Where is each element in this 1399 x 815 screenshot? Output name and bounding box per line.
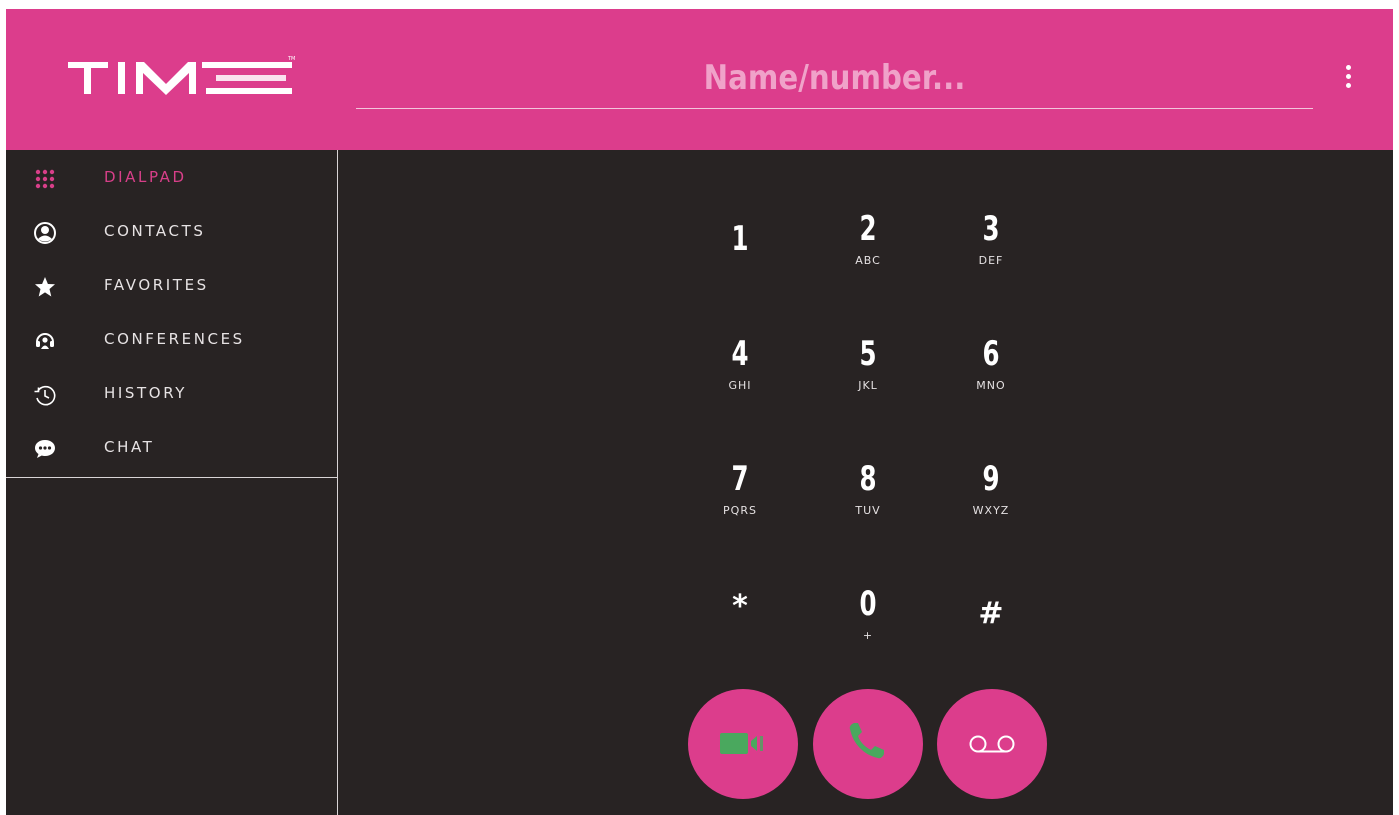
dial-key-digit: *: [732, 589, 748, 624]
video-camera-icon: [720, 733, 763, 754]
time-logo: TM: [68, 56, 295, 95]
voicemail-icon: [969, 735, 1015, 753]
dial-key-digit: 4: [731, 334, 749, 374]
dial-key-4[interactable]: 4 GHI: [685, 334, 795, 434]
dial-key-7[interactable]: 7 PQRS: [685, 459, 795, 559]
sidebar-item-contacts[interactable]: CONTACTS: [6, 210, 338, 254]
dial-key-5[interactable]: 5 JKL: [813, 334, 923, 434]
search-field[interactable]: [356, 47, 1313, 109]
user-circle-icon: [34, 222, 56, 244]
dial-key-1[interactable]: 1: [685, 219, 795, 319]
dial-key-letters: PQRS: [723, 504, 757, 517]
dial-key-digit: 3: [982, 209, 1000, 249]
dial-key-3[interactable]: 3 DEF: [936, 209, 1046, 309]
dial-key-digit: 1: [731, 219, 749, 259]
chat-bubble-icon: [35, 440, 55, 458]
sidebar-item-label: FAVORITES: [104, 276, 209, 294]
sidebar-nav: DIALPAD CONTACTS FAVORITES CONFERENCES H…: [6, 150, 338, 478]
sidebar-item-label: CONTACTS: [104, 222, 206, 240]
dial-key-6[interactable]: 6 MNO: [936, 334, 1046, 434]
dial-key-digit: 5: [859, 334, 877, 374]
more-vertical-icon[interactable]: [1340, 65, 1356, 95]
call-button[interactable]: [813, 689, 923, 799]
video-call-button[interactable]: [688, 689, 798, 799]
sidebar-item-favorites[interactable]: FAVORITES: [6, 264, 338, 308]
dial-key-digit: 2: [859, 209, 877, 249]
dial-key-letters: WXYZ: [972, 504, 1010, 517]
star-icon: [35, 277, 55, 297]
dialpad-grid-icon: [35, 169, 55, 189]
voicemail-button[interactable]: [937, 689, 1047, 799]
dial-key-letters: JKL: [858, 379, 878, 392]
dial-key-letters: GHI: [728, 379, 752, 392]
top-bar: TM: [6, 9, 1393, 150]
dial-key-digit: 7: [731, 459, 749, 499]
dial-key-star[interactable]: *: [685, 587, 795, 687]
dial-key-digit: 8: [859, 459, 877, 499]
dial-key-letters: MNO: [976, 379, 1006, 392]
sidebar-item-label: CHAT: [104, 438, 155, 456]
history-clock-icon: [34, 385, 56, 406]
dial-key-hash[interactable]: #: [936, 594, 1046, 694]
dial-key-letters: DEF: [978, 254, 1004, 267]
dial-key-9[interactable]: 9 WXYZ: [936, 459, 1046, 559]
dial-key-digit: 9: [982, 459, 1000, 499]
sidebar-item-chat[interactable]: CHAT: [6, 426, 338, 470]
dial-key-digit: 0: [859, 584, 877, 624]
dial-key-letters: TUV: [855, 504, 881, 517]
sidebar-item-dialpad[interactable]: DIALPAD: [6, 156, 338, 200]
dial-key-digit: #: [978, 596, 1004, 631]
sidebar-item-conferences[interactable]: CONFERENCES: [6, 318, 338, 362]
search-input[interactable]: [422, 47, 1247, 108]
sidebar: DIALPAD CONTACTS FAVORITES CONFERENCES H…: [6, 150, 338, 815]
sidebar-item-label: HISTORY: [104, 384, 188, 402]
phone-icon: [849, 723, 884, 759]
sidebar-item-label: CONFERENCES: [104, 330, 245, 348]
sidebar-item-history[interactable]: HISTORY: [6, 372, 338, 416]
dial-key-0[interactable]: 0 +: [813, 584, 923, 684]
sidebar-item-label: DIALPAD: [104, 168, 187, 186]
app-window: TM DIALPAD: [6, 9, 1393, 815]
dial-key-letters: ABC: [855, 254, 881, 267]
dial-key-2[interactable]: 2 ABC: [813, 209, 923, 309]
conference-headset-icon: [36, 333, 54, 349]
svg-text:TM: TM: [287, 56, 295, 62]
dial-key-letters: +: [862, 629, 874, 642]
dial-key-digit: 6: [982, 334, 1000, 374]
dial-key-8[interactable]: 8 TUV: [813, 459, 923, 559]
